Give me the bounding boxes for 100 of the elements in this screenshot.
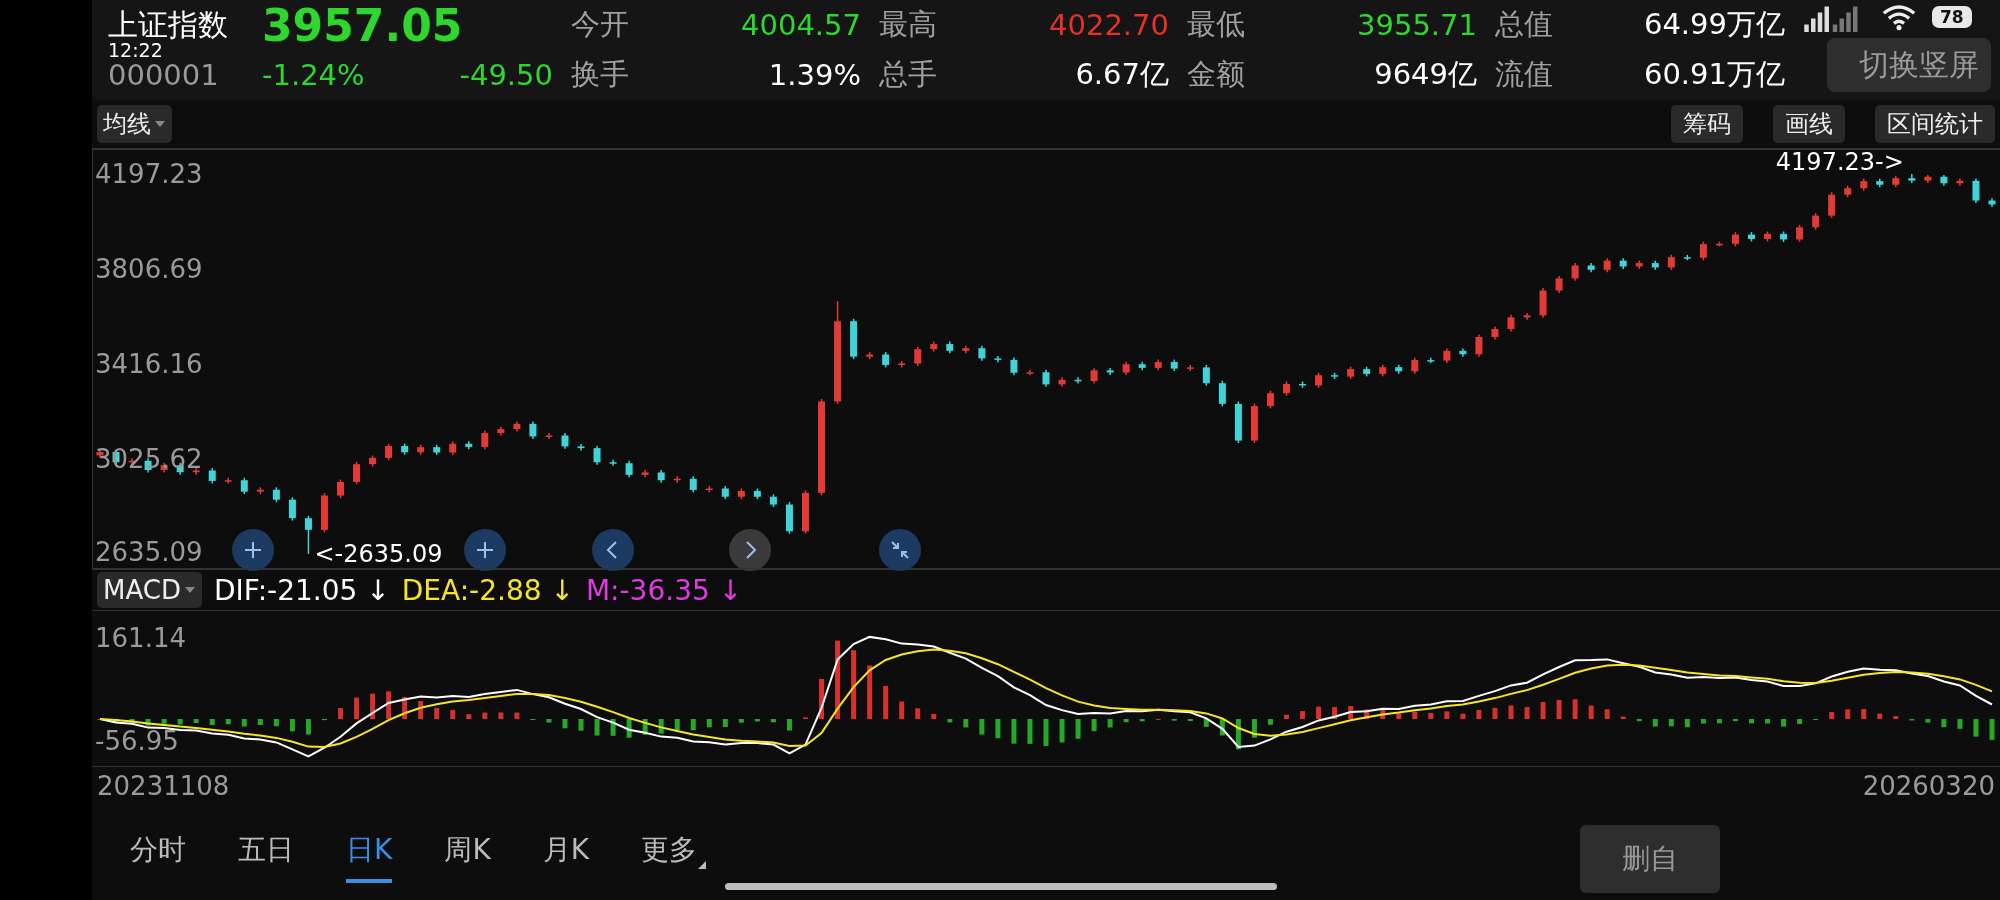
histogram-bar (1797, 719, 1803, 725)
axis-label: 3416.16 (95, 348, 203, 379)
histogram-bar (1492, 707, 1498, 719)
caret-icon (183, 586, 196, 594)
start-date: 20231108 (97, 771, 230, 801)
histogram-bar (594, 719, 600, 736)
candlestick (1828, 191, 1836, 219)
end-date: 20260320 (1862, 771, 1995, 801)
indicator-dropdown[interactable]: MACD (97, 572, 202, 608)
candlestick (288, 496, 296, 522)
stat-value: 64.99万亿 (1642, 6, 1785, 43)
axis-label: 161.14 (95, 623, 186, 653)
histogram-bar (754, 719, 760, 722)
plus-button[interactable] (232, 529, 274, 571)
histogram-bar (1187, 719, 1193, 722)
stat-label: 今开 (570, 6, 630, 43)
histogram-bar (1203, 719, 1209, 727)
histogram-bar (1957, 719, 1963, 729)
histogram-bar (1011, 719, 1017, 744)
histogram-bar (193, 719, 199, 723)
histogram-bar (1716, 719, 1722, 724)
histogram-bar (289, 719, 295, 732)
toolbar-button[interactable]: 筹码 (1671, 105, 1743, 143)
plus-button[interactable] (464, 529, 506, 571)
candlestick (914, 345, 922, 367)
change-value: -49.50 (459, 58, 553, 92)
histogram-bar (722, 719, 728, 728)
index-price: 3957.05 (262, 0, 464, 51)
toolbar-button[interactable]: 画线 (1773, 105, 1845, 143)
histogram-bar (1732, 719, 1738, 722)
histogram-bar (1893, 716, 1899, 719)
collapse-button[interactable] (879, 529, 921, 571)
toolbar-button[interactable]: 区间统计 (1875, 105, 1995, 143)
histogram-bar (1284, 714, 1289, 719)
histogram-bar (1300, 711, 1306, 719)
histogram-bar (1444, 711, 1450, 719)
histogram-bar (1668, 719, 1674, 727)
period-tab[interactable]: 五日 (238, 822, 294, 883)
period-tab[interactable]: 周K (444, 822, 491, 883)
histogram-bar (899, 701, 905, 719)
histogram-bar (1925, 719, 1931, 723)
histogram-bar (418, 701, 424, 719)
histogram-bar (1364, 709, 1370, 719)
floating-button[interactable]: 删自 (1580, 825, 1720, 893)
histogram-bar (690, 719, 696, 731)
candlestick (481, 429, 489, 451)
histogram-bar (1059, 719, 1065, 743)
plus-icon (243, 540, 263, 560)
change-percent: -1.24% (262, 58, 365, 92)
orientation-button[interactable]: 切换竖屏 (1827, 38, 1991, 92)
candlestick (353, 461, 361, 486)
histogram-bar (867, 665, 873, 719)
histogram-bar (225, 719, 231, 725)
indicator-value: DIF:-21.05 ↓ (213, 573, 390, 607)
collapse-arrows-icon (890, 540, 910, 560)
candlestick (593, 444, 601, 466)
corner-triangle-icon (698, 860, 707, 869)
histogram-bar (706, 719, 712, 728)
stat-label: 换手 (570, 56, 630, 93)
histogram-bar (1508, 705, 1514, 719)
stat-label: 总手 (878, 56, 938, 93)
histogram-bar (305, 719, 311, 735)
battery-level: 78 (1932, 6, 1972, 28)
histogram-bar (674, 719, 680, 730)
histogram-bar (338, 708, 343, 719)
index-code: 000001 (108, 60, 219, 90)
histogram-bar (1588, 705, 1594, 719)
histogram-bar (145, 719, 151, 726)
next-button[interactable] (729, 529, 771, 571)
histogram-bar (562, 719, 568, 729)
candlestick (304, 514, 312, 555)
stat-value: 4004.57 (740, 8, 861, 42)
period-tab[interactable]: 分时 (130, 822, 186, 883)
candlestick (1699, 240, 1707, 261)
previous-button[interactable] (592, 529, 634, 571)
histogram-bar (434, 708, 440, 719)
stat-value: 4022.70 (1048, 8, 1169, 42)
histogram-bar (1652, 719, 1658, 727)
histogram-bar (1556, 699, 1562, 719)
candlestick (1106, 367, 1114, 376)
period-tab[interactable]: 日K (346, 822, 393, 883)
histogram-bar (1043, 719, 1049, 747)
period-tab[interactable]: 月K (542, 822, 590, 883)
histogram-bar (1107, 719, 1113, 728)
axis-label: 4197.23 (95, 159, 203, 189)
period-tab[interactable]: 更多 (641, 822, 707, 883)
histogram-bar (209, 719, 215, 726)
histogram-bar (161, 719, 167, 724)
histogram-bar (402, 696, 408, 719)
indicator-dropdown[interactable]: 均线 (97, 105, 172, 143)
histogram-bar (1316, 706, 1322, 719)
histogram-bar (1941, 719, 1947, 728)
stat-label: 最低 (1186, 6, 1246, 43)
histogram-bar (578, 719, 584, 731)
histogram-bar (1251, 719, 1257, 738)
histogram-bar (738, 719, 744, 723)
histogram-bar (915, 708, 921, 719)
stat-value: 60.91万亿 (1642, 56, 1785, 93)
histogram-bar (1973, 719, 1979, 737)
histogram-bar (546, 719, 552, 723)
